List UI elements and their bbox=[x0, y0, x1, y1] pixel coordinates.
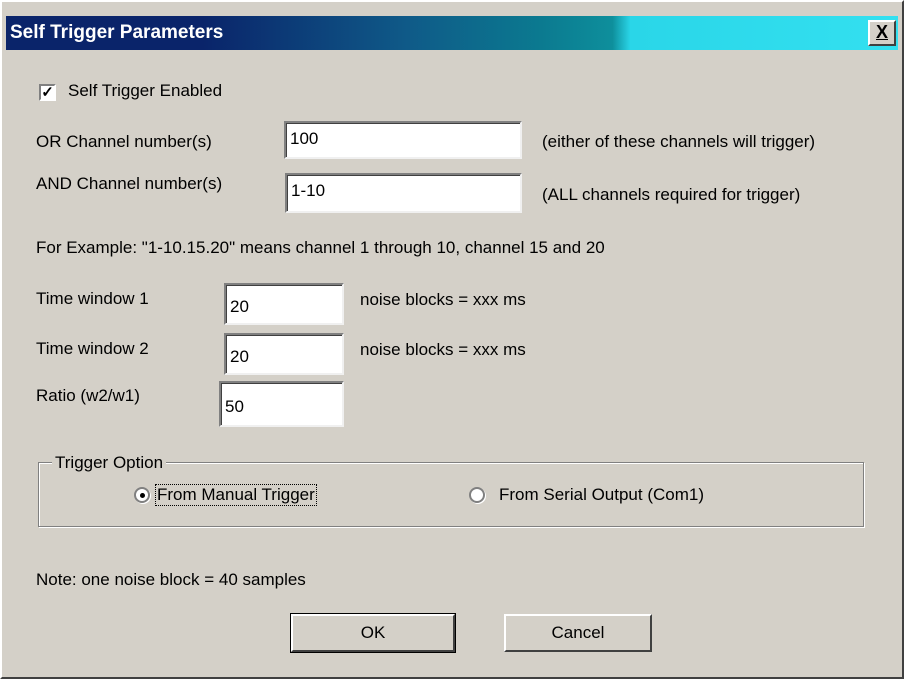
serial-output-label[interactable]: From Serial Output (Com1) bbox=[499, 485, 704, 505]
or-channel-label: OR Channel number(s) bbox=[36, 132, 212, 151]
manual-trigger-label[interactable]: From Manual Trigger bbox=[155, 484, 317, 506]
or-channel-hint: (either of these channels will trigger) bbox=[542, 132, 816, 151]
time-window-2-input[interactable]: 20 bbox=[224, 333, 344, 375]
dialog-window: Self Trigger Parameters X ✓ Self Trigger… bbox=[0, 0, 904, 679]
and-channel-input[interactable]: 1-10 bbox=[285, 173, 522, 213]
self-trigger-checkbox[interactable]: ✓ bbox=[39, 84, 56, 101]
note-text: Note: one noise block = 40 samples bbox=[36, 570, 306, 589]
radio-selected-dot bbox=[140, 493, 145, 498]
time-window-1-input[interactable]: 20 bbox=[224, 283, 344, 325]
and-channel-hint: (ALL channels required for trigger) bbox=[542, 185, 801, 204]
ok-button[interactable]: OK bbox=[290, 613, 456, 653]
window-title: Self Trigger Parameters bbox=[10, 22, 224, 43]
close-button[interactable]: X bbox=[868, 20, 896, 46]
example-text: For Example: "1-10.15.20" means channel … bbox=[36, 238, 605, 257]
checkmark-icon: ✓ bbox=[41, 84, 54, 101]
ratio-label: Ratio (w2/w1) bbox=[36, 386, 140, 405]
time-window-1-suffix: noise blocks = xxx ms bbox=[360, 290, 526, 309]
self-trigger-label[interactable]: Self Trigger Enabled bbox=[68, 81, 222, 101]
time-window-2-label: Time window 2 bbox=[36, 339, 149, 358]
time-window-2-suffix: noise blocks = xxx ms bbox=[360, 340, 526, 359]
or-channel-input[interactable]: 100 bbox=[284, 121, 522, 159]
time-window-1-label: Time window 1 bbox=[36, 289, 149, 308]
trigger-option-group-label: Trigger Option bbox=[52, 453, 167, 473]
ratio-input[interactable]: 50 bbox=[219, 381, 344, 427]
cancel-button[interactable]: Cancel bbox=[504, 614, 652, 652]
title-bar[interactable]: Self Trigger Parameters X bbox=[6, 16, 898, 50]
serial-output-radio[interactable] bbox=[469, 487, 485, 503]
manual-trigger-radio[interactable] bbox=[134, 487, 150, 503]
and-channel-label: AND Channel number(s) bbox=[36, 174, 223, 193]
